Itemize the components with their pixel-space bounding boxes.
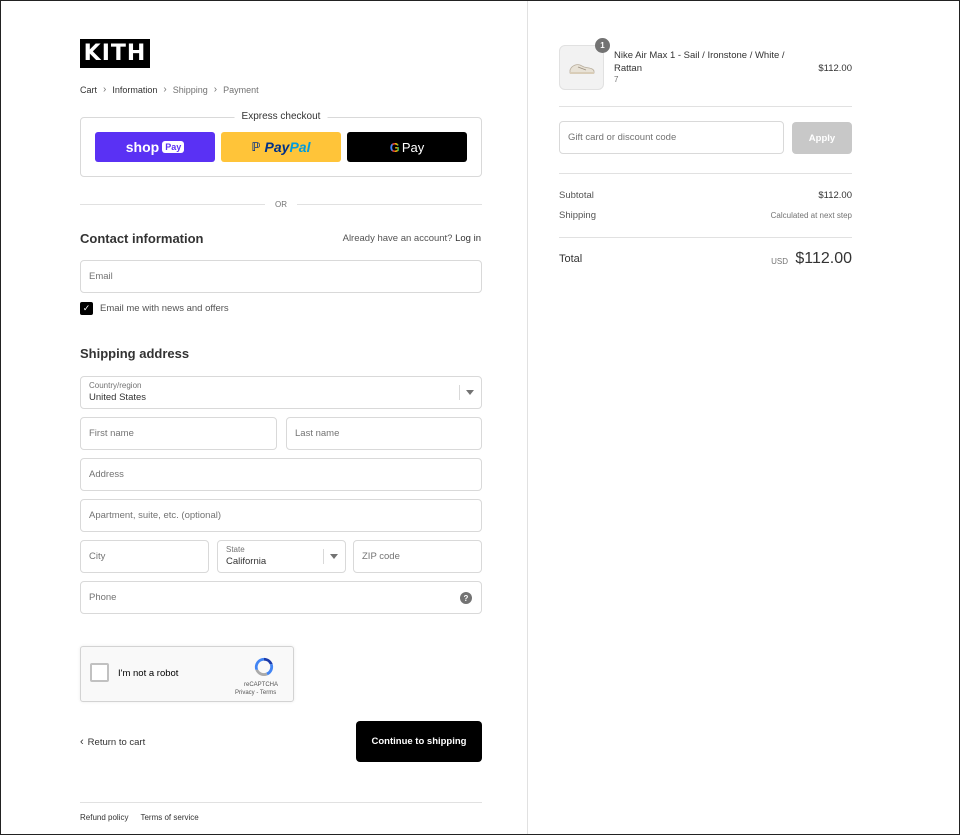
newsletter-option[interactable]: ✓ Email me with news and offers — [80, 302, 229, 315]
state-value: California — [226, 556, 267, 567]
recaptcha-logo-icon — [254, 657, 274, 677]
email-field[interactable]: Email — [80, 260, 482, 293]
continue-to-shipping-button[interactable]: Continue to shipping — [356, 721, 482, 762]
breadcrumb-payment: Payment — [223, 84, 259, 95]
account-prompt: Already have an account? Log in — [343, 233, 481, 244]
express-checkout-title: Express checkout — [234, 111, 328, 122]
terms-of-service-link[interactable]: Terms of service — [140, 813, 198, 822]
paypal-icon: ℙ — [251, 140, 261, 154]
recaptcha-label: I'm not a robot — [118, 668, 179, 679]
apartment-placeholder: Apartment, suite, etc. (optional) — [89, 510, 222, 521]
breadcrumb-information: Information — [112, 84, 158, 95]
recaptcha-privacy-link[interactable]: Privacy — [235, 690, 255, 696]
or-label: OR — [275, 199, 287, 209]
zip-code-field[interactable]: ZIP code — [353, 540, 482, 573]
footer-divider — [80, 802, 482, 803]
shipping-address-title: Shipping address — [80, 346, 190, 361]
shipping-value: Calculated at next step — [770, 211, 852, 220]
recaptcha-checkbox[interactable] — [90, 663, 109, 682]
total-label: Total — [559, 253, 583, 265]
total-value: $112.00 — [795, 250, 852, 267]
recaptcha-widget: I'm not a robot reCAPTCHA Privacy - Term… — [80, 646, 294, 702]
return-to-cart-label: Return to cart — [87, 736, 146, 748]
product-thumbnail — [559, 45, 604, 90]
phone-field[interactable]: Phone ? — [80, 581, 482, 614]
footer-links: Refund policy Terms of service — [80, 813, 199, 822]
subtotal-label: Subtotal — [559, 190, 594, 201]
google-pay-button[interactable]: G Pay — [347, 132, 467, 162]
account-prompt-text: Already have an account? — [342, 233, 453, 244]
paypal-button[interactable]: ℙ Pay Pal — [221, 132, 341, 162]
contact-information-title: Contact information — [80, 231, 204, 246]
address-field[interactable]: Address — [80, 458, 482, 491]
chevron-right-icon: › — [213, 84, 218, 95]
recaptcha-terms-link[interactable]: Terms — [260, 690, 276, 696]
chevron-right-icon: › — [103, 84, 107, 95]
paypal-label-part2: Pal — [289, 139, 311, 155]
paypal-label-part1: Pay — [264, 139, 290, 155]
product-name: Nike Air Max 1 - Sail / Ironstone / Whit… — [614, 50, 785, 74]
sneaker-icon — [569, 64, 595, 74]
order-summary: 1 Nike Air Max 1 - Sail / Ironstone / Wh… — [527, 1, 959, 834]
breadcrumb-shipping: Shipping — [172, 84, 208, 95]
express-checkout: Express checkout shop Pay ℙ Pay Pal G Pay — [80, 111, 482, 177]
chevron-left-icon: ‹ — [80, 736, 84, 748]
or-divider: OR — [80, 198, 482, 210]
caret-down-icon — [330, 554, 338, 559]
google-g-icon: G — [389, 139, 400, 155]
breadcrumb-cart[interactable]: Cart — [80, 85, 97, 95]
summary-divider — [559, 106, 852, 107]
last-name-field[interactable]: Last name — [286, 417, 482, 450]
refund-policy-link[interactable]: Refund policy — [80, 813, 128, 822]
email-placeholder: Email — [89, 271, 113, 282]
discount-code-field[interactable]: Gift card or discount code — [559, 121, 784, 154]
phone-placeholder: Phone — [89, 592, 117, 603]
newsletter-checkbox[interactable]: ✓ — [80, 302, 93, 315]
first-name-placeholder: First name — [89, 428, 134, 439]
summary-divider — [559, 237, 852, 238]
subtotal-value: $112.00 — [818, 190, 852, 201]
return-to-cart-link[interactable]: ‹ Return to cart — [80, 736, 145, 748]
breadcrumb: Cart › Information › Shipping › Payment — [80, 84, 259, 95]
state-select[interactable]: State California — [217, 540, 346, 573]
apply-button[interactable]: Apply — [792, 122, 852, 154]
first-name-field[interactable]: First name — [80, 417, 277, 450]
address-placeholder: Address — [89, 469, 124, 480]
product-variant: 7 — [614, 75, 619, 84]
country-value: United States — [89, 392, 147, 403]
shop-pay-label: shop — [125, 139, 160, 155]
checkout-main: KITH Cart › Information › Shipping › Pay… — [1, 1, 527, 834]
total-currency: USD — [771, 257, 788, 266]
last-name-placeholder: Last name — [295, 428, 340, 439]
country-select[interactable]: Country/region United States — [80, 376, 482, 409]
shop-pay-pill: Pay — [162, 141, 185, 153]
state-label: State — [226, 545, 245, 554]
recaptcha-brand: reCAPTCHA — [244, 682, 279, 688]
zip-code-placeholder: ZIP code — [362, 551, 400, 562]
quantity-badge: 1 — [595, 38, 610, 53]
kith-logo[interactable]: KITH — [80, 39, 150, 68]
product-price: $112.00 — [818, 63, 852, 74]
newsletter-label: Email me with news and offers — [100, 303, 229, 314]
login-link[interactable]: Log in — [455, 233, 481, 244]
city-placeholder: City — [89, 551, 106, 562]
apartment-field[interactable]: Apartment, suite, etc. (optional) — [80, 499, 482, 532]
caret-down-icon — [466, 390, 474, 395]
shipping-label: Shipping — [559, 210, 596, 221]
country-label: Country/region — [89, 381, 142, 390]
chevron-right-icon: › — [163, 84, 167, 95]
summary-divider — [559, 173, 852, 174]
city-field[interactable]: City — [80, 540, 209, 573]
google-pay-label: Pay — [401, 139, 425, 155]
discount-code-placeholder: Gift card or discount code — [568, 132, 677, 143]
recaptcha-links: Privacy - Terms — [235, 690, 276, 696]
help-icon[interactable]: ? — [460, 592, 472, 604]
shop-pay-button[interactable]: shop Pay — [95, 132, 215, 162]
